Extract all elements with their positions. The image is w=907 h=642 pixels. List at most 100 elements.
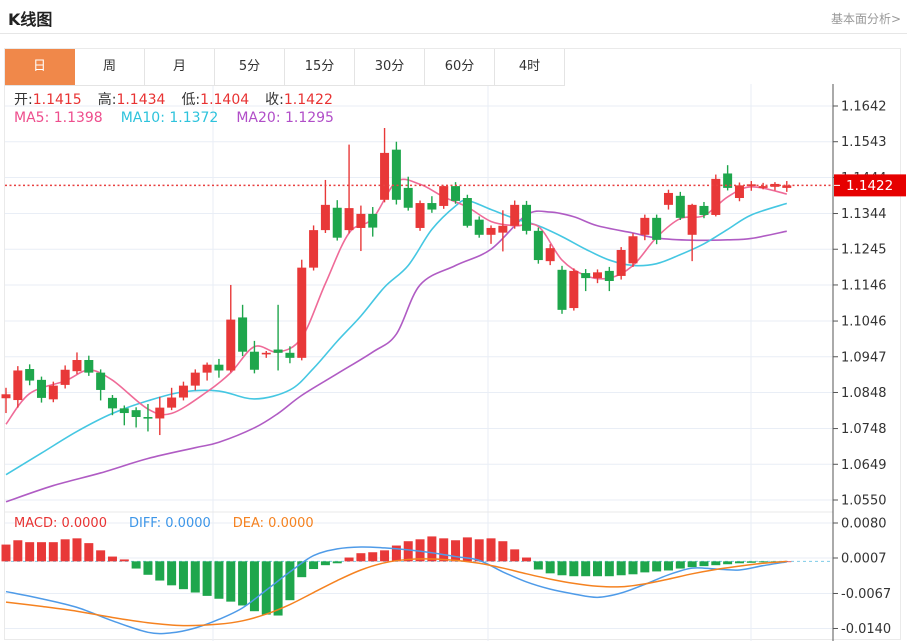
macd-bar (652, 561, 661, 571)
macd-bar (404, 541, 413, 561)
macd-bar (368, 552, 377, 561)
open-label: 开: (14, 92, 33, 108)
candle-body (558, 270, 567, 310)
macd-bar (238, 561, 247, 605)
macd-bar (605, 561, 614, 576)
macd-bar (72, 538, 81, 561)
candle-body (132, 410, 141, 417)
low-label: 低: (181, 92, 200, 108)
ohlc-readout: 开:1.1415高:1.1434低:1.1404收:1.1422 (14, 89, 349, 109)
close-label: 收: (265, 92, 284, 108)
macd-bar (475, 539, 484, 561)
candle-body (214, 365, 223, 371)
candle-body (688, 205, 697, 235)
tab-day[interactable]: 日 (5, 49, 75, 85)
tab-m15[interactable]: 15分 (285, 49, 355, 85)
candle-body (427, 203, 436, 209)
candle-body (333, 208, 342, 238)
macd-bar (226, 561, 235, 601)
candle-body (345, 208, 354, 230)
macd-bar (380, 550, 389, 561)
candle-body (108, 398, 117, 408)
macd-bar (203, 561, 212, 596)
candle-body (380, 153, 389, 200)
ma-item-ma20: MA20: 1.1295 (236, 110, 334, 126)
price-axis-label: 1.0947 (841, 350, 887, 365)
candle-body (416, 203, 425, 228)
price-axis-label: 1.0748 (841, 422, 887, 437)
high-label: 高: (98, 92, 117, 108)
candle-body (628, 236, 637, 263)
candle-body (569, 271, 578, 308)
candle-body (451, 186, 460, 201)
candle-body (676, 196, 685, 218)
candle-body (321, 205, 330, 230)
high-value: 1.1434 (116, 92, 165, 108)
macd-bar (640, 561, 649, 572)
macd-bar (569, 561, 578, 576)
candle-body (96, 373, 105, 390)
macd-bar (274, 561, 283, 615)
ma10-line (6, 200, 787, 474)
tab-h4[interactable]: 4时 (495, 49, 565, 85)
close-value: 1.1422 (284, 92, 333, 108)
tab-m5[interactable]: 5分 (215, 49, 285, 85)
candle-body (534, 231, 543, 260)
candle-body (37, 380, 46, 398)
candle-body (664, 193, 673, 205)
macd-item-diff: DIFF: 0.0000 (129, 516, 211, 531)
candle-body (167, 398, 176, 408)
candle-body (203, 365, 212, 373)
candle-body (25, 369, 34, 381)
macd-bar (759, 561, 768, 562)
candle-body (510, 205, 519, 226)
candle-body (356, 214, 365, 228)
macd-axis-label: -0.0140 (841, 622, 891, 637)
macd-bar (285, 561, 294, 600)
candle-body (262, 353, 271, 355)
tab-week[interactable]: 周 (75, 49, 145, 85)
tab-m30[interactable]: 30分 (355, 49, 425, 85)
macd-bar (321, 561, 330, 565)
price-axis-label: 1.1344 (841, 207, 887, 222)
tab-month[interactable]: 月 (145, 49, 215, 85)
macd-bar (711, 561, 720, 565)
candle-body (191, 373, 200, 386)
macd-bar (451, 540, 460, 561)
candle-body (735, 185, 744, 198)
macd-bar (747, 561, 756, 562)
macd-bar (664, 561, 673, 570)
tab-m60[interactable]: 60分 (425, 49, 495, 85)
macd-bar (13, 540, 22, 561)
candle-body (439, 186, 448, 206)
ma-item-ma10: MA10: 1.1372 (121, 110, 219, 126)
macd-readout: MACD: 0.0000DIFF: 0.0000DEA: 0.0000 (14, 516, 336, 531)
macd-axis-label: -0.0067 (841, 587, 891, 602)
macd-bar (558, 561, 567, 575)
candle-body (711, 179, 720, 215)
open-value: 1.1415 (33, 92, 82, 108)
macd-bar (534, 561, 543, 569)
macd-bar (735, 561, 744, 563)
macd-bar (155, 561, 164, 580)
macd-bar (628, 561, 637, 574)
candle-body (498, 226, 507, 233)
candle-body (640, 218, 649, 235)
macd-bar (167, 561, 176, 585)
candle-body (297, 268, 306, 358)
macd-bar (191, 561, 200, 592)
candle-body (404, 188, 413, 208)
macd-bar (333, 561, 342, 563)
fundamental-analysis-link[interactable]: 基本面分析> (831, 10, 901, 27)
macd-bar (688, 561, 697, 567)
macd-bar (309, 561, 318, 569)
candle-body (605, 271, 614, 281)
macd-bar (522, 558, 531, 562)
candle-body (285, 353, 294, 358)
macd-bar (617, 561, 626, 575)
macd-bar (581, 561, 590, 576)
candle-body (463, 198, 472, 226)
candle-body (546, 248, 555, 261)
candle-body (72, 360, 81, 371)
candle-body (49, 386, 58, 400)
